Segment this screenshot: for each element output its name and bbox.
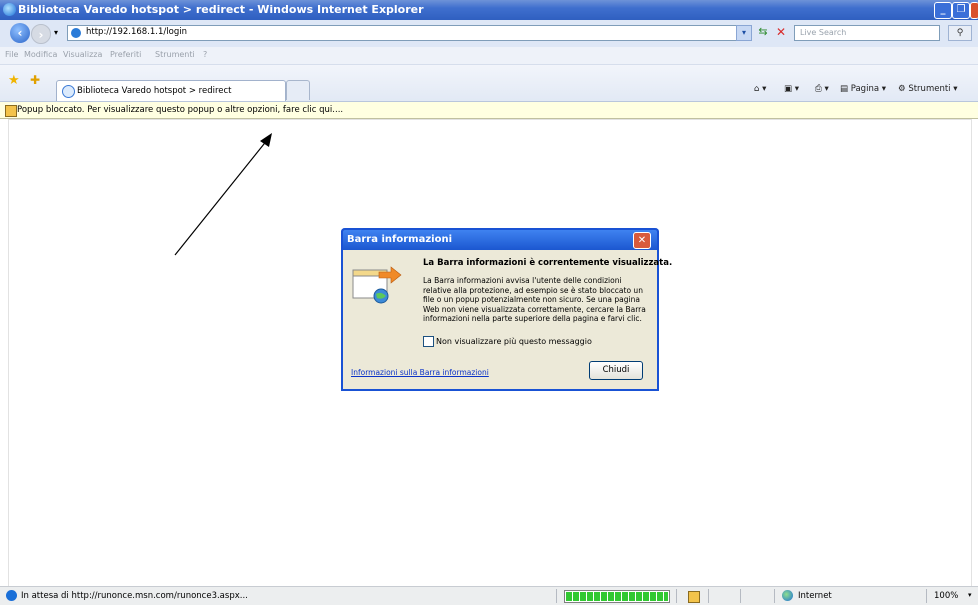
- forward-button[interactable]: ›: [31, 24, 51, 44]
- print-icon[interactable]: ⎙ ▾: [815, 84, 829, 94]
- progress-fill: [566, 592, 668, 601]
- search-placeholder: Live Search: [800, 28, 847, 37]
- status-divider: [740, 589, 741, 603]
- information-bar-text: Popup bloccato. Per visualizzare questo …: [17, 105, 344, 115]
- close-button[interactable]: Chiudi: [589, 361, 643, 380]
- status-divider: [556, 589, 557, 603]
- minimize-button[interactable]: _: [934, 2, 952, 19]
- information-bar-help-link[interactable]: Informazioni sulla Barra informazioni: [351, 368, 489, 377]
- dialog-titlebar: Barra informazioni ✕: [341, 228, 659, 250]
- internet-zone-icon: [782, 590, 793, 601]
- dialog-close-icon[interactable]: ✕: [633, 232, 651, 249]
- dont-show-again-label[interactable]: Non visualizzare più questo messaggio: [436, 337, 592, 346]
- favorites-star-icon[interactable]: ★: [8, 73, 20, 88]
- loading-icon: [62, 85, 75, 98]
- refresh-icon[interactable]: ⇆: [756, 25, 770, 39]
- status-divider: [708, 589, 709, 603]
- recent-pages-dropdown[interactable]: ▾: [54, 28, 58, 37]
- tools-menu-label: Strumenti: [908, 84, 951, 94]
- add-favorite-icon[interactable]: ✚: [30, 73, 40, 87]
- status-text: In attesa di http://runonce.msn.com/runo…: [21, 591, 248, 601]
- window-title: Biblioteca Varedo hotspot > redirect - W…: [18, 3, 424, 16]
- status-divider: [926, 589, 927, 603]
- loading-progress-bar: [564, 590, 670, 603]
- back-button[interactable]: ‹: [10, 23, 30, 43]
- close-window-button[interactable]: [970, 2, 978, 19]
- menu-help[interactable]: ?: [203, 50, 207, 59]
- popup-blocked-icon: [5, 105, 17, 117]
- tab-label: Biblioteca Varedo hotspot > redirect: [77, 86, 232, 96]
- popup-blocker-status-icon[interactable]: [688, 591, 700, 603]
- search-icon[interactable]: ⚲: [948, 25, 972, 41]
- zoom-level[interactable]: 100%: [934, 591, 958, 601]
- dialog-heading: La Barra informazioni è correntemente vi…: [423, 258, 673, 268]
- menu-visualizza[interactable]: Visualizza: [63, 50, 102, 59]
- address-url: http://192.168.1.1/login: [86, 27, 187, 37]
- menu-strumenti[interactable]: Strumenti: [155, 50, 195, 59]
- page-menu-button[interactable]: ▤ Pagina ▾: [840, 84, 886, 94]
- information-bar[interactable]: Popup bloccato. Per visualizzare questo …: [0, 102, 978, 119]
- tab-row: ★ ✚ Biblioteca Varedo hotspot > redirect…: [0, 65, 978, 102]
- menu-modifica[interactable]: Modifica: [24, 50, 57, 59]
- information-bar-illustration-icon: [352, 266, 402, 304]
- status-page-icon: [6, 590, 17, 601]
- page-menu-label: Pagina: [850, 84, 880, 94]
- dialog-body: La Barra informazioni è correntemente vi…: [343, 250, 672, 389]
- dialog-description: La Barra informazioni avvisa l'utente de…: [423, 276, 646, 323]
- gear-icon: ⚙: [898, 84, 906, 94]
- search-input[interactable]: Live Search: [794, 25, 940, 41]
- status-divider: [774, 589, 775, 603]
- maximize-button[interactable]: ❐: [952, 2, 970, 19]
- tools-menu-button[interactable]: ⚙ Strumenti ▾: [898, 84, 958, 94]
- feeds-icon[interactable]: ▣ ▾: [784, 84, 799, 94]
- new-tab-button[interactable]: [286, 80, 310, 100]
- address-dropdown-button[interactable]: ▾: [736, 25, 752, 41]
- menu-file[interactable]: File: [5, 50, 18, 59]
- menu-bar: File Modifica Visualizza Preferiti Strum…: [0, 47, 978, 65]
- dont-show-again-checkbox[interactable]: [423, 336, 434, 347]
- tab-biblioteca[interactable]: Biblioteca Varedo hotspot > redirect: [56, 80, 286, 101]
- dialog-title: Barra informazioni: [347, 234, 452, 245]
- security-zone-label: Internet: [798, 591, 832, 601]
- window-titlebar: Biblioteca Varedo hotspot > redirect - W…: [0, 0, 978, 20]
- address-row: ‹ › ▾ http://192.168.1.1/login ▾ ⇆ ✕ Liv…: [0, 20, 978, 48]
- information-bar-dialog: Barra informazioni ✕ La Barra informazio…: [341, 228, 672, 391]
- page-icon: [71, 28, 81, 38]
- annotation-arrow: [174, 133, 272, 256]
- home-icon[interactable]: ⌂ ▾: [754, 84, 766, 94]
- zoom-dropdown-icon[interactable]: ▾: [968, 591, 972, 599]
- menu-preferiti[interactable]: Preferiti: [110, 50, 141, 59]
- page-icon: ▤: [840, 84, 849, 94]
- address-input[interactable]: http://192.168.1.1/login: [67, 25, 737, 41]
- ie-logo-icon: [3, 3, 16, 16]
- stop-icon[interactable]: ✕: [774, 25, 788, 39]
- status-bar: In attesa di http://runonce.msn.com/runo…: [0, 586, 978, 605]
- status-divider: [676, 589, 677, 603]
